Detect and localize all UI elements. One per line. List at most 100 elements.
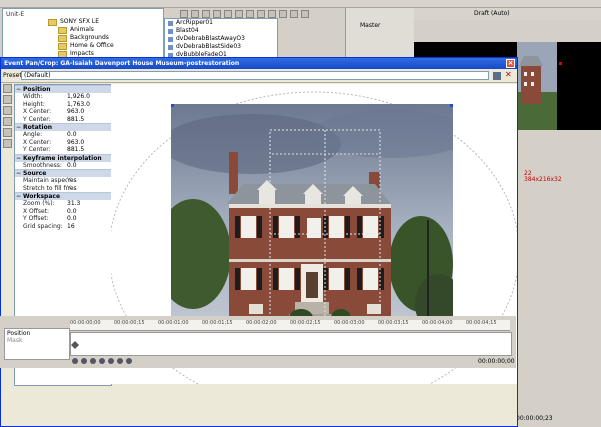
property-section-header[interactable]: Keyframe interpolation — [15, 153, 111, 162]
timeline-ruler[interactable]: 00:00:00;00 00:00:00;15 00:00:01;00 00:00:0… — [70, 320, 510, 331]
cursor-time: 00:00:00;00 — [478, 358, 515, 365]
fx-icon[interactable] — [290, 10, 298, 18]
property-value[interactable]: 881.5 — [67, 146, 111, 154]
folder-icon — [58, 42, 67, 50]
property-name: Width: — [23, 93, 43, 100]
folder-item[interactable]: Home & Office — [48, 42, 158, 50]
folder-label: SONY SFX LE — [60, 18, 100, 25]
keyframe-marker[interactable] — [71, 333, 511, 355]
property-row[interactable]: X Offset: 0.0 — [15, 208, 111, 216]
folder-icon — [58, 26, 67, 34]
property-row[interactable]: Smoothness: 0.0 — [15, 162, 111, 170]
property-value[interactable]: 31.3 — [67, 200, 111, 208]
property-section-header[interactable]: Position — [15, 85, 111, 93]
property-row[interactable]: Y Offset: 0.0 — [15, 215, 111, 223]
property-value[interactable]: 0.0 — [67, 162, 111, 170]
property-value[interactable]: 0.0 — [67, 215, 111, 223]
refresh-icon[interactable] — [191, 10, 199, 18]
property-value[interactable]: 0.0 — [67, 131, 111, 139]
preview-quality-dropdown[interactable]: Draft (Auto) — [474, 10, 510, 17]
property-value[interactable]: 0.0 — [67, 208, 111, 216]
property-row[interactable]: Maintain aspect ...Yes — [15, 177, 111, 185]
property-value[interactable]: 963.0 — [67, 108, 111, 116]
size-about-center-icon[interactable] — [3, 117, 12, 126]
host-toolbar — [0, 0, 601, 8]
next-keyframe-icon[interactable] — [99, 358, 105, 364]
property-value[interactable]: 1,763.0 — [67, 101, 111, 109]
media-file-item[interactable]: ArcRipper01 — [165, 19, 277, 27]
property-row[interactable]: Y Center: 881.5 — [15, 116, 111, 124]
media-file-label: Blast04 — [176, 27, 199, 34]
last-keyframe-icon[interactable] — [108, 358, 114, 364]
transport-controls — [72, 357, 192, 365]
property-value[interactable]: 1,926.0 — [67, 93, 111, 101]
transitions-icon[interactable] — [279, 10, 287, 18]
dialog-titlebar[interactable]: Event Pan/Crop: GA-Isaiah Davenport Hous… — [1, 58, 517, 69]
auto-preview-icon[interactable] — [246, 10, 254, 18]
move-freely-icon[interactable] — [3, 128, 12, 137]
folder-icon — [58, 34, 67, 42]
property-row[interactable]: Height: 1,763.0 — [15, 101, 111, 109]
delete-icon[interactable] — [213, 10, 221, 18]
preview-toolbar: Draft (Auto) — [414, 8, 601, 20]
ruler-tick-label: 00:00:00;00 — [70, 320, 101, 326]
folder-item[interactable]: Backgrounds — [48, 34, 158, 42]
media-file-item[interactable]: dvDebrabBlastSide03 — [165, 43, 277, 51]
lock-aspect-icon[interactable] — [3, 106, 12, 115]
snap-to-grid-icon[interactable] — [3, 139, 12, 148]
property-section-header[interactable]: Rotation — [15, 123, 111, 131]
keyframe-track-labels: Position Mask — [4, 328, 70, 360]
prev-keyframe-icon[interactable] — [90, 358, 96, 364]
media-gen-icon[interactable] — [301, 10, 309, 18]
property-value[interactable]: 881.5 — [67, 116, 111, 124]
views-icon[interactable] — [257, 10, 265, 18]
property-row[interactable]: X Center: 963.0 — [15, 108, 111, 116]
save-preset-icon[interactable] — [493, 72, 501, 80]
drive-selector[interactable]: Unit-E — [6, 11, 24, 18]
property-row[interactable]: X Center: 963.0 — [15, 139, 111, 147]
preset-dropdown[interactable]: (Default) — [21, 71, 489, 80]
normal-edit-tool-icon[interactable] — [3, 84, 12, 93]
ruler-tick-label: 00:00:02;00 — [246, 320, 277, 326]
property-value[interactable]: Yes — [67, 185, 111, 193]
ruler-tick-label: 00:00:01;15 — [202, 320, 233, 326]
close-icon[interactable]: × — [506, 59, 515, 68]
up-folder-icon[interactable] — [180, 10, 188, 18]
media-file-item[interactable]: Blast04 — [165, 27, 277, 35]
delete-preset-icon[interactable]: ✕ — [505, 71, 512, 79]
property-value[interactable]: 16 — [67, 223, 111, 231]
mask-track-label[interactable]: Mask — [7, 337, 22, 344]
zoom-tool-icon[interactable] — [3, 95, 12, 104]
property-row[interactable]: Zoom (%): 31.3 — [15, 200, 111, 208]
stop-icon[interactable] — [235, 10, 243, 18]
property-row[interactable]: Angle: 0.0 — [15, 131, 111, 139]
property-section-header[interactable]: Source — [15, 169, 111, 177]
folder-list[interactable]: SONY SFX LE Animals Backgrounds Home & Offi… — [48, 18, 158, 60]
create-keyframe-icon[interactable] — [117, 358, 123, 364]
property-name: Height: — [23, 100, 45, 108]
sync-cursor-icon[interactable] — [72, 358, 78, 364]
folder-item[interactable]: Animals — [48, 26, 158, 34]
add-favorite-icon[interactable] — [202, 10, 210, 18]
ruler-tick-label: 00:00:02;15 — [290, 320, 321, 326]
preview-play-icon[interactable] — [224, 10, 232, 18]
keyframe-track[interactable] — [70, 332, 512, 356]
host-timecode: 00:00:00;23 — [516, 415, 553, 422]
plugin-icon[interactable] — [268, 10, 276, 18]
property-value[interactable]: 963.0 — [67, 139, 111, 147]
media-file-item[interactable]: dvDebrabBlastAwayO3 — [165, 35, 277, 43]
fx-file-list[interactable]: ArcRipper01 Blast04 dvDebrabBlastAwayO3 dvD… — [164, 18, 278, 62]
folder-item[interactable]: SONY SFX LE — [48, 18, 158, 26]
delete-keyframe-icon[interactable] — [126, 358, 132, 364]
property-row[interactable]: Y Center: 881.5 — [15, 146, 111, 154]
property-name: Y Center: — [23, 115, 51, 123]
property-value[interactable]: Yes — [67, 177, 111, 185]
first-keyframe-icon[interactable] — [81, 358, 87, 364]
property-name: Y Center: — [23, 146, 51, 153]
property-row[interactable]: Width: 1,926.0 — [15, 93, 111, 101]
property-row[interactable]: Grid spacing: 16 — [15, 223, 111, 231]
position-track-label[interactable]: Position — [7, 330, 30, 337]
property-name: X Offset: — [23, 207, 50, 215]
property-row[interactable]: Stretch to fill fra...Yes — [15, 185, 111, 193]
property-section-header[interactable]: Workspace — [15, 192, 111, 200]
